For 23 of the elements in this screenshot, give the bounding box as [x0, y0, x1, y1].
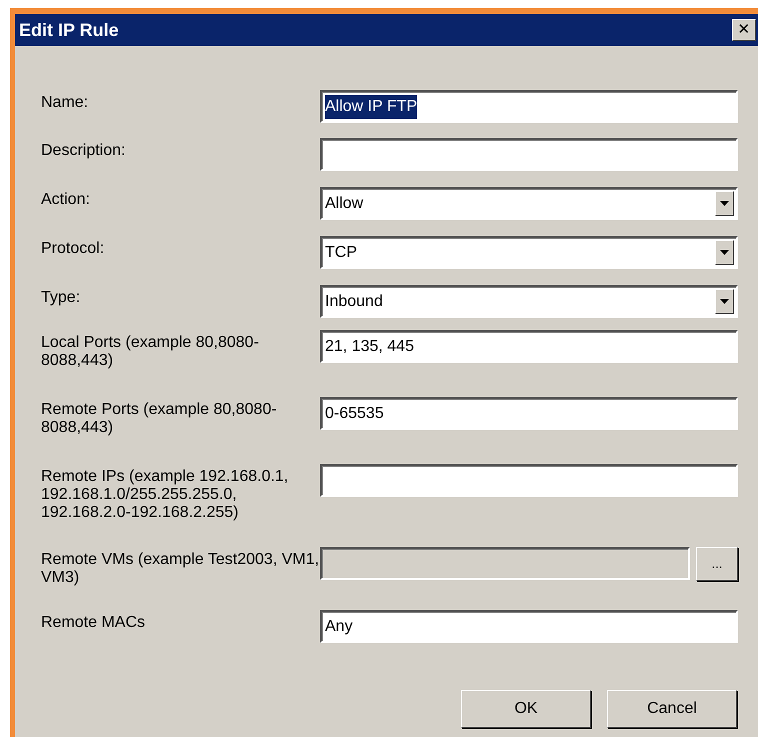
type-dropdown[interactable]: Inbound [320, 285, 738, 318]
action-dropdown[interactable]: Allow [320, 187, 738, 220]
remote-macs-label: Remote MACs [41, 613, 146, 632]
name-field[interactable]: Allow IP FTP [320, 90, 738, 123]
window-title: Edit IP Rule [19, 18, 119, 42]
type-label: Type: [41, 288, 82, 307]
remote-ports-field[interactable]: 0-65535 [320, 397, 738, 430]
protocol-dropdown[interactable]: TCP [320, 236, 738, 269]
action-label: Action: [41, 190, 91, 209]
cancel-button[interactable]: Cancel [607, 690, 737, 728]
protocol-label: Protocol: [41, 239, 106, 258]
description-label: Description: [41, 141, 126, 160]
remote-ips-field[interactable] [320, 464, 738, 497]
remote-macs-field[interactable]: Any [320, 610, 738, 643]
local-ports-label: Local Ports (example 80,8080-8088,443) [41, 333, 260, 370]
close-button[interactable]: ✕ [732, 19, 756, 41]
local-ports-field[interactable]: 21, 135, 445 [320, 330, 738, 363]
remote-ports-label: Remote Ports (example 80,8080-8088,443) [41, 400, 278, 437]
ok-button[interactable]: OK [461, 690, 591, 728]
description-field[interactable] [320, 138, 738, 171]
remote-ips-label: Remote IPs (example 192.168.0.1, 192.168.1.0/255.255.255.0, 192.168.2.0-192.168.2.255) [41, 467, 290, 522]
name-label: Name: [41, 93, 90, 112]
remote-vms-label: Remote VMs (example Test2003, VM1, VM3) [41, 550, 320, 587]
